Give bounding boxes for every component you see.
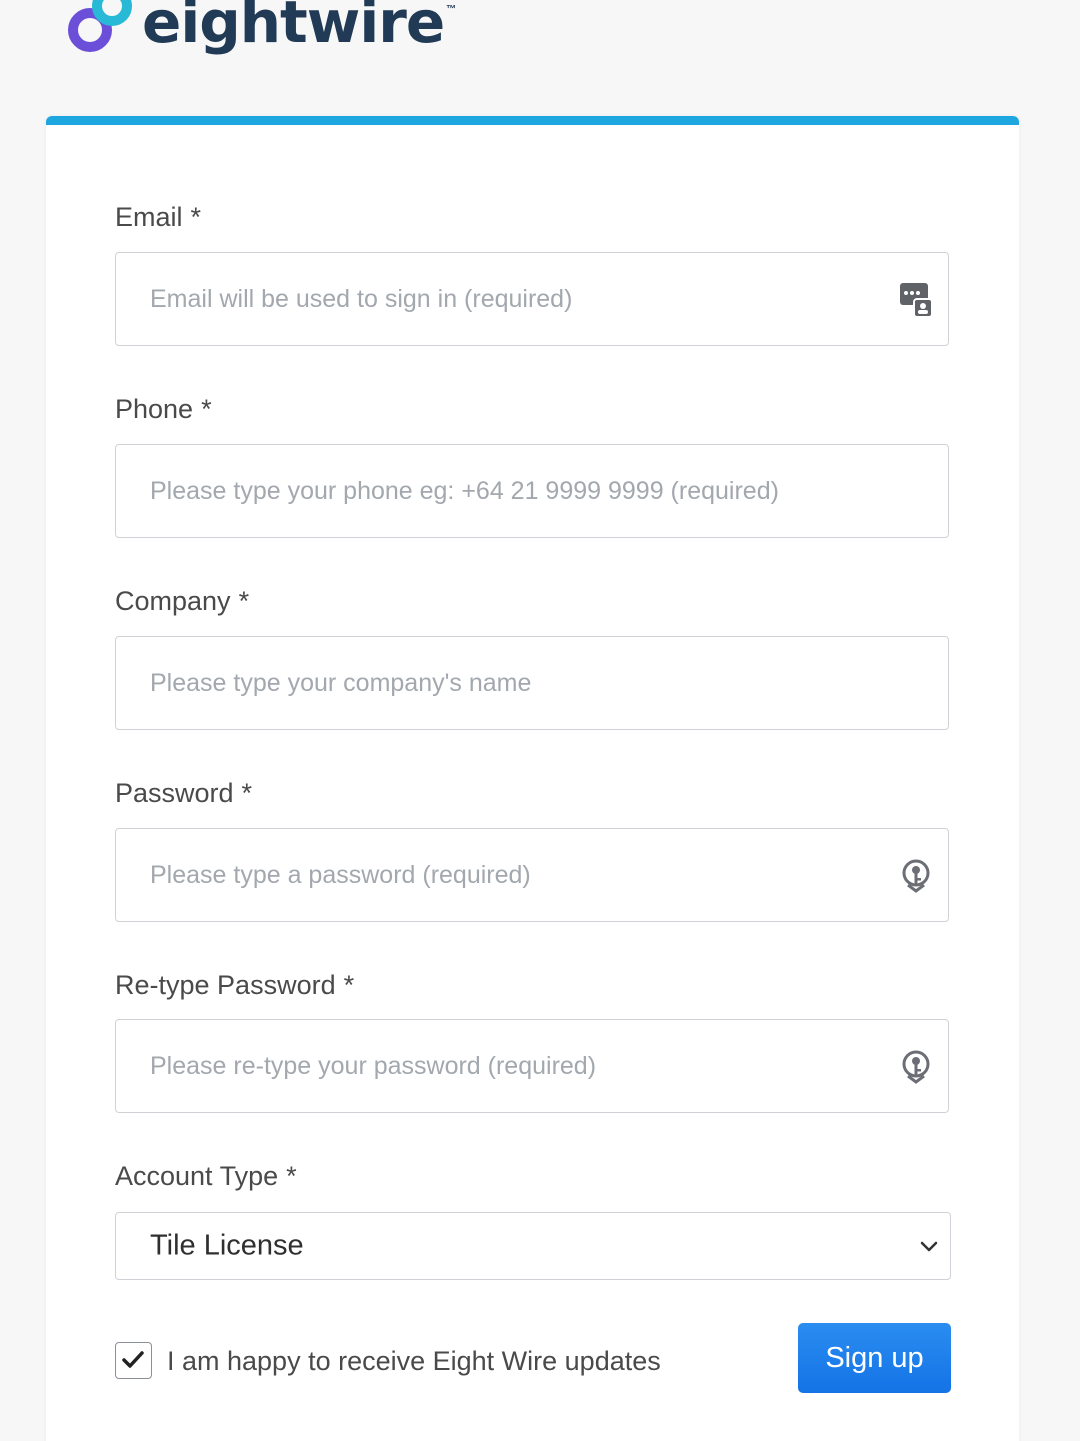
required-asterisk: * <box>241 778 253 808</box>
password-key-icon[interactable] <box>898 1046 934 1086</box>
company-label: Company * <box>115 588 249 615</box>
updates-checkbox[interactable] <box>115 1342 152 1379</box>
required-asterisk: * <box>286 1161 297 1191</box>
autofill-contact-icon[interactable] <box>898 279 934 319</box>
card-accent-bar <box>46 116 1019 125</box>
account-type-select[interactable]: Tile License <box>115 1212 951 1280</box>
phone-label-text: Phone <box>115 394 194 424</box>
trademark-mark: ™ <box>446 4 457 15</box>
sign-up-button[interactable]: Sign up <box>798 1323 951 1393</box>
password-key-icon[interactable] <box>898 855 934 895</box>
phone-label: Phone * <box>115 396 212 423</box>
brand-name: eightwire <box>142 0 445 56</box>
company-label-text: Company <box>115 586 231 616</box>
required-asterisk: * <box>190 202 202 232</box>
email-input[interactable] <box>150 253 870 345</box>
signup-page: eightwire ™ Email* Phone* <box>0 0 1080 1441</box>
password-label-text: Password <box>115 778 234 808</box>
company-field[interactable] <box>115 636 949 730</box>
company-input[interactable] <box>150 637 870 729</box>
account-type-selected-value: Tile License <box>150 1229 304 1262</box>
account-type-label: Account Type * <box>115 1163 297 1190</box>
signup-card: Email* Phone* Company* <box>46 116 1019 1441</box>
password-label: Password * <box>115 780 252 807</box>
updates-checkbox-label[interactable]: I am happy to receive Eight Wire updates <box>167 1346 661 1377</box>
retype-password-label: Re-type Password * <box>115 972 354 999</box>
password-input[interactable] <box>150 829 870 921</box>
email-field[interactable] <box>115 252 949 346</box>
required-asterisk: * <box>238 586 250 616</box>
required-asterisk: * <box>343 970 355 1000</box>
phone-field[interactable] <box>115 444 949 538</box>
retype-password-label-text: Re-type Password <box>115 970 336 1000</box>
password-field[interactable] <box>115 828 949 922</box>
email-label-text: Email <box>115 202 183 232</box>
chevron-down-icon <box>920 1241 938 1252</box>
required-asterisk: * <box>201 394 212 424</box>
phone-input[interactable] <box>150 445 870 537</box>
retype-password-input[interactable] <box>150 1020 870 1112</box>
retype-password-field[interactable] <box>115 1019 949 1113</box>
account-type-label-text: Account Type <box>115 1161 279 1191</box>
infinity-link-icon <box>68 0 132 52</box>
email-label: Email * <box>115 204 201 231</box>
checkmark-icon <box>122 1351 144 1368</box>
eightwire-logo: eightwire ™ <box>66 0 456 58</box>
